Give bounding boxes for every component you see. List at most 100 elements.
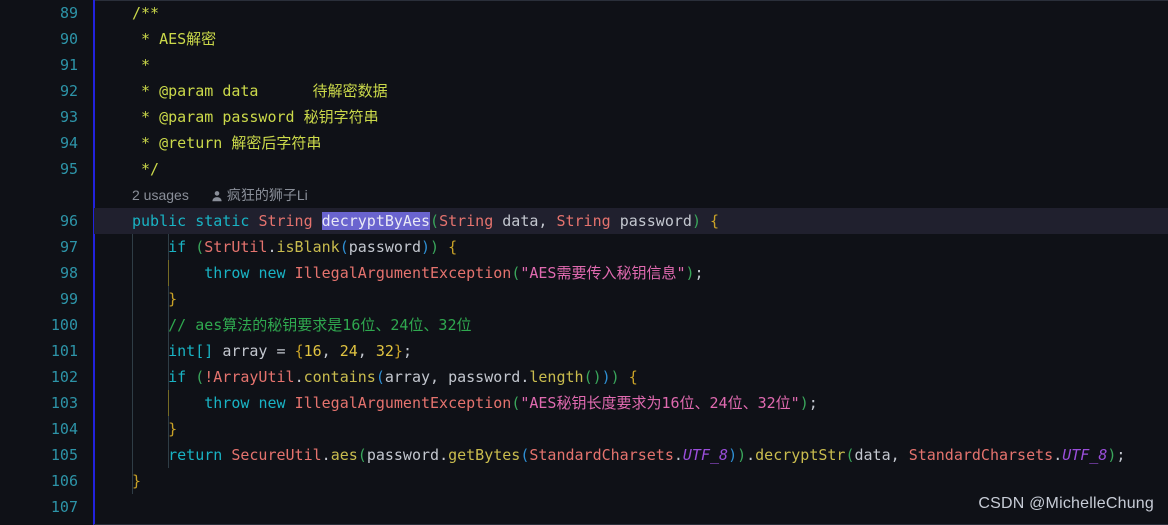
code-line[interactable]: return SecureUtil.aes(password.getBytes(… [94, 442, 1168, 468]
line-number[interactable]: 99 [8, 286, 78, 312]
line-number[interactable]: 95 [8, 156, 78, 182]
line-number[interactable]: 92 [8, 78, 78, 104]
inlay-hint-row[interactable]: 2 usages 疯狂的狮子Li [94, 182, 1168, 208]
token-paren: ( [195, 368, 205, 386]
token-javadoc-star: * [141, 134, 151, 152]
line-number[interactable]: 102 [8, 364, 78, 390]
code-line[interactable]: } [94, 416, 1168, 442]
code-line[interactable]: if (StrUtil.isBlank(password)) { [94, 234, 1168, 260]
token-identifier: password [366, 446, 440, 464]
code-line[interactable]: * @param data 待解密数据 [94, 78, 1168, 104]
token-keyword: return [168, 446, 223, 464]
token-method: isBlank [276, 238, 340, 256]
token-paren: ) [610, 368, 620, 386]
code-line[interactable]: * AES解密 [94, 26, 1168, 52]
token-keyword: new [258, 264, 286, 282]
line-number[interactable]: 106 [8, 468, 78, 494]
code-line[interactable]: * [94, 52, 1168, 78]
usages-hint[interactable]: 2 usages [132, 187, 189, 203]
token-paren: ( [357, 446, 367, 464]
token-javadoc: /** [132, 4, 160, 22]
code-line[interactable]: if (!ArrayUtil.contains(array, password.… [94, 364, 1168, 390]
line-number[interactable]: 91 [8, 52, 78, 78]
line-number[interactable]: 107 [8, 494, 78, 520]
token-number: 24 [339, 342, 358, 360]
token-keyword: static [195, 212, 250, 230]
token-paren: ( [375, 368, 385, 386]
token-line-comment: // aes算法的秘钥要求是16位、24位、32位 [168, 316, 472, 334]
token-javadoc-param-name: data [222, 82, 259, 100]
token-paren: ( [430, 212, 440, 230]
token-type: StandardCharsets [529, 446, 674, 464]
line-number[interactable]: 97 [8, 234, 78, 260]
token-javadoc-tag-param: @param [159, 108, 214, 126]
line-number[interactable]: 94 [8, 130, 78, 156]
code-line[interactable]: } [94, 468, 1168, 494]
token-javadoc-star: * [141, 30, 151, 48]
code-line[interactable]: // aes算法的秘钥要求是16位、24位、32位 [94, 312, 1168, 338]
code-line[interactable]: } [94, 286, 1168, 312]
token-javadoc-star: * [141, 82, 151, 100]
line-number[interactable]: 103 [8, 390, 78, 416]
token-paren: ( [511, 264, 521, 282]
token-keyword: new [258, 394, 286, 412]
token-type: StandardCharsets [908, 446, 1054, 464]
code-line[interactable]: throw new IllegalArgumentException("AES秘… [94, 390, 1168, 416]
token-identifier: password [348, 238, 421, 256]
token-javadoc-tag-return: @return [159, 134, 223, 152]
token-paren: ( [339, 238, 349, 256]
token-string: "AES秘钥长度要求为16位、24位、32位" [520, 394, 800, 412]
token-type: SecureUtil [231, 446, 322, 464]
line-number[interactable]: 105 [8, 442, 78, 468]
token-brace: { [448, 238, 458, 256]
token-paren: ) [728, 446, 738, 464]
token-javadoc-param-name: password [222, 108, 295, 126]
code-line[interactable]: * @param password 秘钥字符串 [94, 104, 1168, 130]
line-number[interactable]: 100 [8, 312, 78, 338]
token-number: 16 [303, 342, 322, 360]
token-brace: } [132, 472, 142, 490]
line-number[interactable]: 90 [8, 26, 78, 52]
token-brace: { [294, 342, 304, 360]
token-identifier: data [502, 212, 539, 230]
line-number[interactable]: 98 [8, 260, 78, 286]
token-paren: ) [421, 238, 431, 256]
token-paren: ) [737, 446, 747, 464]
token-brace: } [393, 342, 403, 360]
token-keyword: int [168, 342, 196, 360]
token-type: ArrayUtil [213, 368, 295, 386]
token-method: aes [330, 446, 358, 464]
token-paren: ) [430, 238, 440, 256]
token-identifier: password [619, 212, 692, 230]
token-keyword: if [168, 368, 187, 386]
line-number[interactable]: 89 [8, 0, 78, 26]
code-line[interactable]: */ [94, 156, 1168, 182]
code-content-area[interactable]: /** * AES解密 * * @param data 待解密数据 * @par… [94, 0, 1168, 525]
token-string: "AES需要传入秘钥信息" [520, 264, 686, 282]
token-javadoc-star: * [141, 108, 151, 126]
code-line-current[interactable]: public static String decryptByAes(String… [94, 208, 1168, 234]
token-negation-and-type: ! [204, 368, 214, 386]
token-keyword: public [132, 212, 187, 230]
token-type: String [258, 212, 313, 230]
code-line[interactable]: /** [94, 0, 1168, 26]
code-line[interactable]: int[] array = {16, 24, 32}; [94, 338, 1168, 364]
token-paren: ) [799, 394, 809, 412]
token-method: decryptStr [755, 446, 846, 464]
code-line[interactable]: * @return 解密后字符串 [94, 130, 1168, 156]
token-method-declaration-selected[interactable]: decryptByAes [321, 212, 431, 230]
code-line[interactable]: throw new IllegalArgumentException("AES需… [94, 260, 1168, 286]
token-type: IllegalArgumentException [294, 394, 512, 412]
line-number[interactable]: 104 [8, 416, 78, 442]
token-method: contains [303, 368, 376, 386]
token-paren: ) [691, 212, 701, 230]
line-number[interactable]: 93 [8, 104, 78, 130]
token-brace: } [168, 420, 178, 438]
line-number-current[interactable]: 96 [8, 208, 78, 234]
token-method: getBytes [448, 446, 521, 464]
line-number[interactable]: 101 [8, 338, 78, 364]
blame-author-hint[interactable]: 疯狂的狮子Li [211, 187, 308, 203]
line-number-gutter[interactable]: 89 90 91 92 93 94 95 96 97 98 99 100 101… [0, 0, 94, 525]
token-javadoc-tag-param: @param [159, 82, 214, 100]
token-method: length [529, 368, 584, 386]
